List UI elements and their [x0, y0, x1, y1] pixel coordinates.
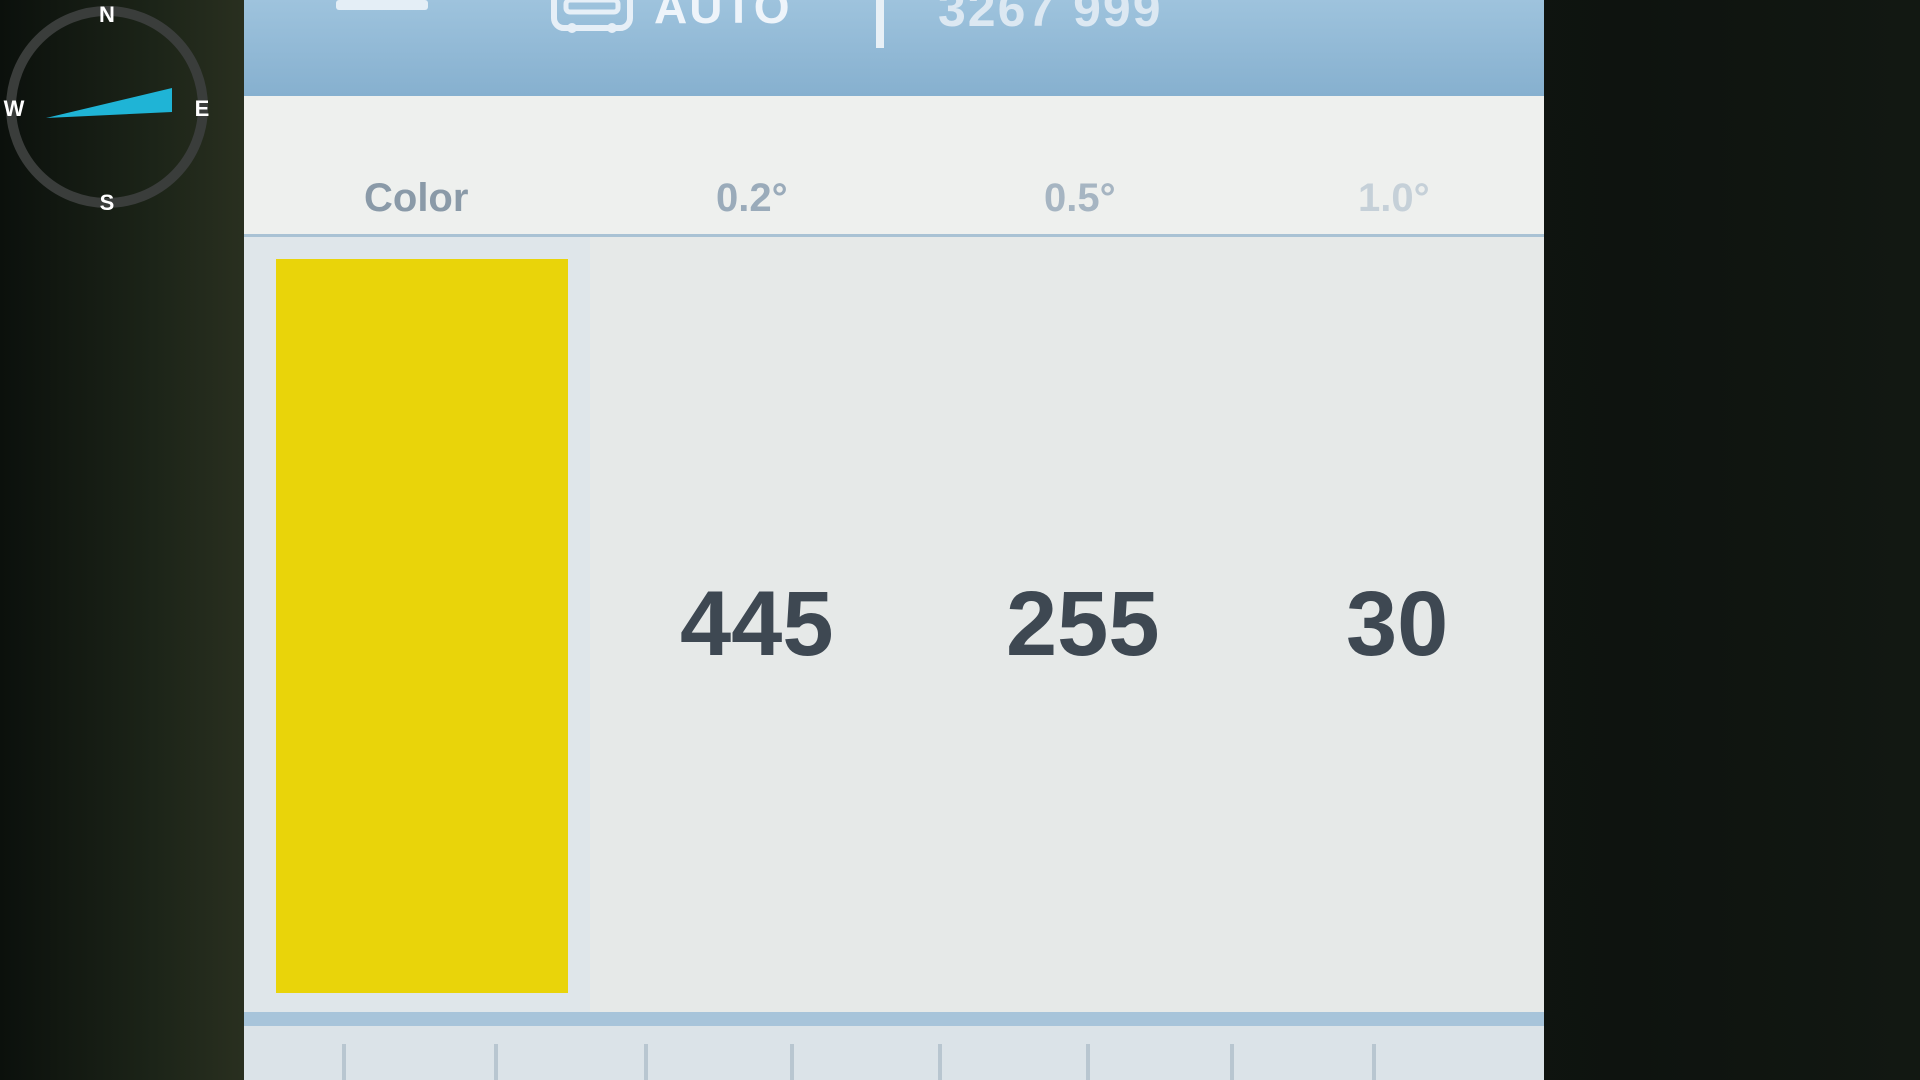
table-header: Color 0.2° 0.5° 1.0°: [244, 96, 1544, 237]
compass-east: E: [195, 96, 210, 121]
sample-id: 3267 999: [938, 0, 1163, 37]
header-0-2-deg: 0.2°: [716, 176, 788, 220]
vehicle-icon[interactable]: [550, 0, 634, 38]
color-swatch: [276, 259, 568, 993]
header-0-5-deg: 0.5°: [1044, 176, 1116, 220]
device-screen: AUTO 3267 999 Color 0.2° 0.5° 1.0° 445 2…: [244, 0, 1544, 1080]
scale-tick: [790, 1044, 794, 1080]
scale-tick: [644, 1044, 648, 1080]
scale-tick: [938, 1044, 942, 1080]
compass-north: N: [99, 2, 115, 27]
value-1-0-deg: 30: [1346, 573, 1449, 675]
scale-tick: [342, 1044, 346, 1080]
table-row: 445 255 30: [244, 237, 1544, 1026]
color-cell: [244, 237, 590, 1012]
mode-label[interactable]: AUTO: [654, 0, 792, 34]
header-color: Color: [364, 176, 469, 220]
compass-needle-icon: [46, 88, 172, 118]
scale-tick: [1086, 1044, 1090, 1080]
compass-widget: N E S W: [4, 2, 210, 215]
compass-south: S: [100, 190, 115, 215]
compass-west: W: [4, 96, 25, 121]
topbar-divider: [876, 0, 884, 48]
top-bar: AUTO 3267 999: [244, 0, 1544, 102]
scale-tick: [1230, 1044, 1234, 1080]
camera-scene: AUTO 3267 999 Color 0.2° 0.5° 1.0° 445 2…: [0, 0, 1920, 1080]
menu-icon[interactable]: [336, 0, 428, 10]
scale-tick: [1372, 1044, 1376, 1080]
value-0-5-deg: 255: [1006, 573, 1160, 675]
scale-tick: [494, 1044, 498, 1080]
value-0-2-deg: 445: [680, 573, 834, 675]
bottom-scale: [244, 1026, 1544, 1080]
header-1-0-deg: 1.0°: [1358, 176, 1430, 220]
